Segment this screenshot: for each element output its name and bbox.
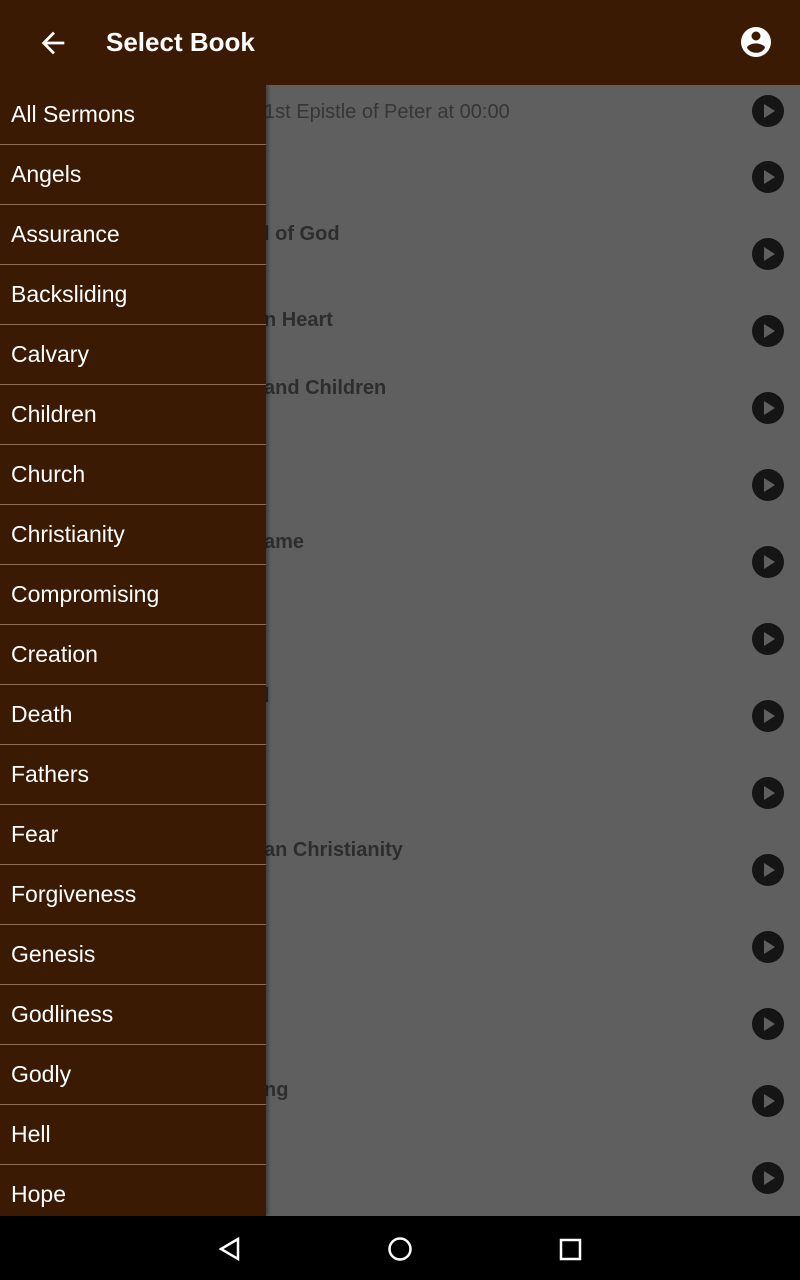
drawer-item[interactable]: Church [0, 445, 266, 505]
drawer-item[interactable]: Fear [0, 805, 266, 865]
play-icon[interactable] [752, 854, 784, 886]
drawer-item[interactable]: Christianity [0, 505, 266, 565]
drawer-item[interactable]: Assurance [0, 205, 266, 265]
play-icon[interactable] [752, 623, 784, 655]
sermon-title: an Christianity [264, 839, 403, 861]
drawer-item[interactable]: Creation [0, 625, 266, 685]
play-icon[interactable] [752, 1085, 784, 1117]
drawer-item[interactable]: Godliness [0, 985, 266, 1045]
sermon-title: ng [264, 1079, 289, 1101]
sermon-title: l of God [264, 223, 340, 245]
drawer-item[interactable]: Fathers [0, 745, 266, 805]
drawer-item[interactable]: Hell [0, 1105, 266, 1165]
arrow-left-icon[interactable] [36, 26, 70, 60]
play-icon[interactable] [752, 1008, 784, 1040]
book-drawer: All Sermons Angels Assurance Backsliding Cal… [0, 85, 266, 1216]
sermon-title: ame [264, 531, 305, 553]
triangle-back-icon[interactable] [216, 1236, 244, 1262]
page-title: Select Book [106, 27, 255, 57]
drawer-item[interactable]: Calvary [0, 325, 266, 385]
drawer-item[interactable]: Children [0, 385, 266, 445]
system-nav-bar [0, 1216, 800, 1280]
play-icon[interactable] [752, 238, 784, 270]
app-bar: Select Book [0, 0, 800, 85]
drawer-item[interactable]: Genesis [0, 925, 266, 985]
drawer-item[interactable]: Angels [0, 145, 266, 205]
play-icon[interactable] [752, 95, 784, 127]
drawer-item[interactable]: Hope [0, 1165, 266, 1216]
drawer-item[interactable]: All Sermons [0, 85, 266, 145]
sermon-title: n Heart [264, 309, 333, 331]
square-recents-icon[interactable] [558, 1236, 584, 1262]
play-icon[interactable] [752, 469, 784, 501]
account-circle-icon[interactable] [738, 24, 774, 60]
drawer-item[interactable]: Forgiveness [0, 865, 266, 925]
play-icon[interactable] [752, 392, 784, 424]
sermon-title: 1st Epistle of Peter at 00:00 [264, 101, 510, 123]
drawer-item[interactable]: Backsliding [0, 265, 266, 325]
play-icon[interactable] [752, 700, 784, 732]
play-icon[interactable] [752, 161, 784, 193]
drawer-item[interactable]: Compromising [0, 565, 266, 625]
play-icon[interactable] [752, 931, 784, 963]
play-icon[interactable] [752, 777, 784, 809]
circle-home-icon[interactable] [387, 1236, 413, 1262]
play-icon[interactable] [752, 1162, 784, 1194]
play-icon[interactable] [752, 315, 784, 347]
drawer-item[interactable]: Godly [0, 1045, 266, 1105]
drawer-item[interactable]: Death [0, 685, 266, 745]
sermon-title: and Children [264, 377, 387, 399]
play-icon[interactable] [752, 546, 784, 578]
